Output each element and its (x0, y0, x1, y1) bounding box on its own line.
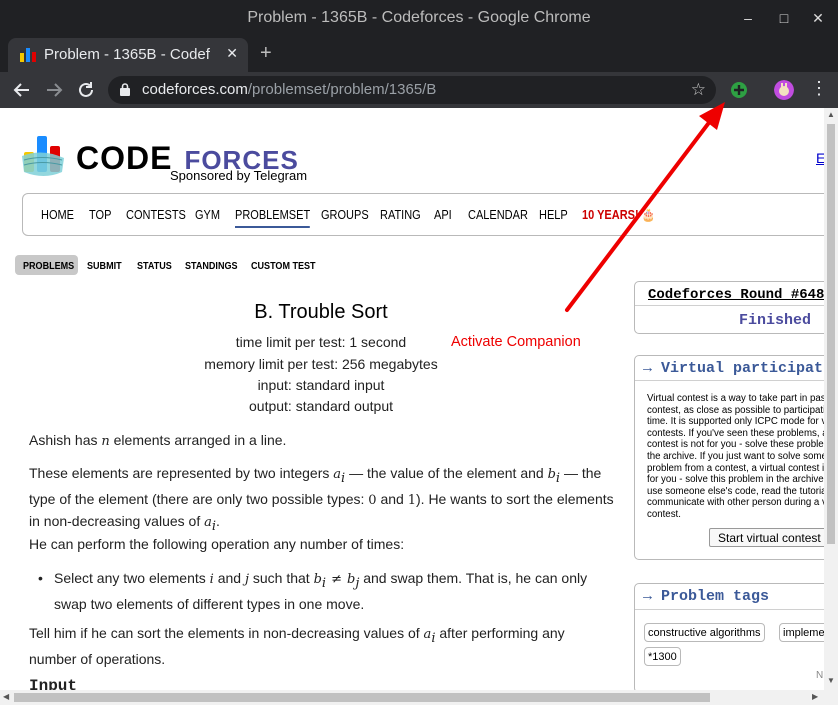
sponsor-text: Sponsored by Telegram (170, 168, 308, 183)
statement-paragraph-2: These elements are represented by two in… (29, 465, 614, 534)
tag-constructive-algorithms[interactable]: constructive algorithms (644, 623, 765, 642)
horizontal-scroll-thumb[interactable] (14, 693, 710, 702)
contest-round-box: Codeforces Round #648 Finished (634, 281, 824, 334)
minimize-button[interactable]: – (738, 8, 758, 28)
submenu-custom-test[interactable]: CUSTOM TEST (251, 260, 316, 272)
divider (635, 305, 824, 306)
vertical-scroll-thumb[interactable] (827, 124, 835, 544)
operation-list-item: Select any two elements i and j such tha… (54, 570, 588, 612)
submenu-standings[interactable]: STANDINGS (185, 260, 238, 272)
virtual-participation-header: → Virtual participat (643, 360, 824, 377)
scroll-up-arrow-icon[interactable]: ▲ (827, 110, 835, 119)
menu-home[interactable]: HOME (41, 208, 74, 222)
statement-paragraph-3: He can perform the following operation a… (29, 536, 405, 552)
menu-calendar[interactable]: CALENDAR (468, 208, 528, 222)
close-window-button[interactable]: ✕ (808, 8, 828, 28)
url-host: codeforces.com (142, 81, 248, 98)
memory-limit: memory limit per test: 256 megabytes (204, 356, 438, 372)
menu-api[interactable]: API (434, 208, 452, 222)
statement-paragraph-1: Ashish has n elements arranged in a line… (29, 432, 287, 449)
virtual-participation-box: → Virtual participat Virtual contest is … (634, 355, 824, 560)
companion-extension-icon[interactable] (729, 80, 749, 100)
forward-arrow-icon[interactable] (43, 79, 65, 101)
problem-tags-box: → Problem tags constructive algorithms i… (634, 583, 824, 690)
tags-more-text: N (816, 670, 824, 681)
new-tab-button[interactable]: + (260, 43, 272, 63)
lock-icon[interactable] (120, 83, 130, 96)
menu-gym[interactable]: GYM (195, 208, 220, 222)
browser-window: Problem - 1365B - Codeforces - Google Ch… (0, 0, 838, 705)
bookmark-star-icon[interactable]: ☆ (691, 80, 706, 100)
back-arrow-icon[interactable] (11, 79, 33, 101)
divider (635, 609, 824, 610)
menu-help[interactable]: HELP (539, 208, 568, 222)
web-page: CODE FORCES Sponsored by Telegram E HOME … (0, 108, 824, 690)
browser-toolbar: codeforces.com/problemset/problem/1365/B… (0, 72, 838, 108)
reload-icon[interactable] (75, 79, 97, 101)
maximize-button[interactable]: □ (774, 8, 794, 28)
tab-close-icon[interactable]: ✕ (226, 45, 238, 62)
profile-avatar-icon[interactable] (774, 80, 794, 100)
tab-codeforces[interactable]: Problem - 1365B - Codef ✕ (8, 38, 248, 72)
start-virtual-contest-button[interactable]: Start virtual contest (709, 528, 824, 547)
tag-implementation[interactable]: implementation (779, 623, 824, 642)
menu-contests[interactable]: CONTESTS (126, 208, 186, 222)
title-bar: Problem - 1365B - Codeforces - Google Ch… (0, 0, 838, 36)
window-title: Problem - 1365B - Codeforces - Google Ch… (247, 9, 591, 26)
round-name-link[interactable]: Codeforces Round #648 (648, 287, 824, 303)
input-section-heading: Input (29, 677, 78, 690)
problem-title: B. Trouble Sort (254, 301, 388, 323)
scroll-down-arrow-icon[interactable]: ▼ (827, 676, 835, 685)
activate-companion-annotation: Activate Companion (451, 334, 581, 350)
input-spec: input: standard input (257, 377, 385, 393)
menu-rating[interactable]: RATING (380, 208, 421, 222)
submenu-problems[interactable]: PROBLEMS (23, 260, 74, 272)
tab-label: Problem - 1365B - Codef (44, 46, 210, 63)
menu-problemset[interactable]: PROBLEMSET (235, 208, 311, 228)
main-menu: HOME TOP CONTESTS GYM PROBLEMSET GROUPS … (22, 193, 824, 236)
output-spec: output: standard output (249, 398, 393, 414)
codeforces-favicon-icon (20, 48, 36, 62)
menu-10-years[interactable]: 10 YEARS! 🎂 (582, 208, 655, 223)
tab-strip: Problem - 1365B - Codef ✕ + (0, 36, 838, 72)
logo-code: CODE (76, 140, 173, 176)
round-status: Finished (739, 312, 812, 329)
scroll-left-arrow-icon[interactable]: ◀ (3, 692, 9, 701)
vertical-scrollbar[interactable]: ▲ ▼ (824, 108, 838, 690)
url-text[interactable]: codeforces.com/problemset/problem/1365/B (142, 81, 436, 98)
tag-difficulty[interactable]: *1300 (644, 647, 681, 666)
language-link[interactable]: E (816, 150, 824, 166)
address-bar[interactable]: codeforces.com/problemset/problem/1365/B… (108, 76, 716, 104)
divider (635, 380, 824, 381)
scroll-right-arrow-icon[interactable]: ▶ (812, 692, 818, 701)
statement-paragraph-4: Tell him if he can sort the elements in … (29, 625, 565, 667)
codeforces-logo-icon (22, 136, 64, 176)
url-path: /problemset/problem/1365/B (247, 81, 437, 98)
chrome-menu-icon[interactable]: ⋮ (810, 78, 828, 99)
submenu-status[interactable]: STATUS (137, 260, 172, 272)
menu-groups[interactable]: GROUPS (321, 208, 369, 222)
virtual-contest-description: Virtual contest is a way to take part in… (647, 393, 824, 520)
menu-top[interactable]: TOP (89, 208, 111, 222)
horizontal-scrollbar[interactable]: ◀ ▶ (0, 690, 838, 705)
problem-tags-header: → Problem tags (643, 588, 770, 605)
submenu-submit[interactable]: SUBMIT (87, 260, 122, 272)
